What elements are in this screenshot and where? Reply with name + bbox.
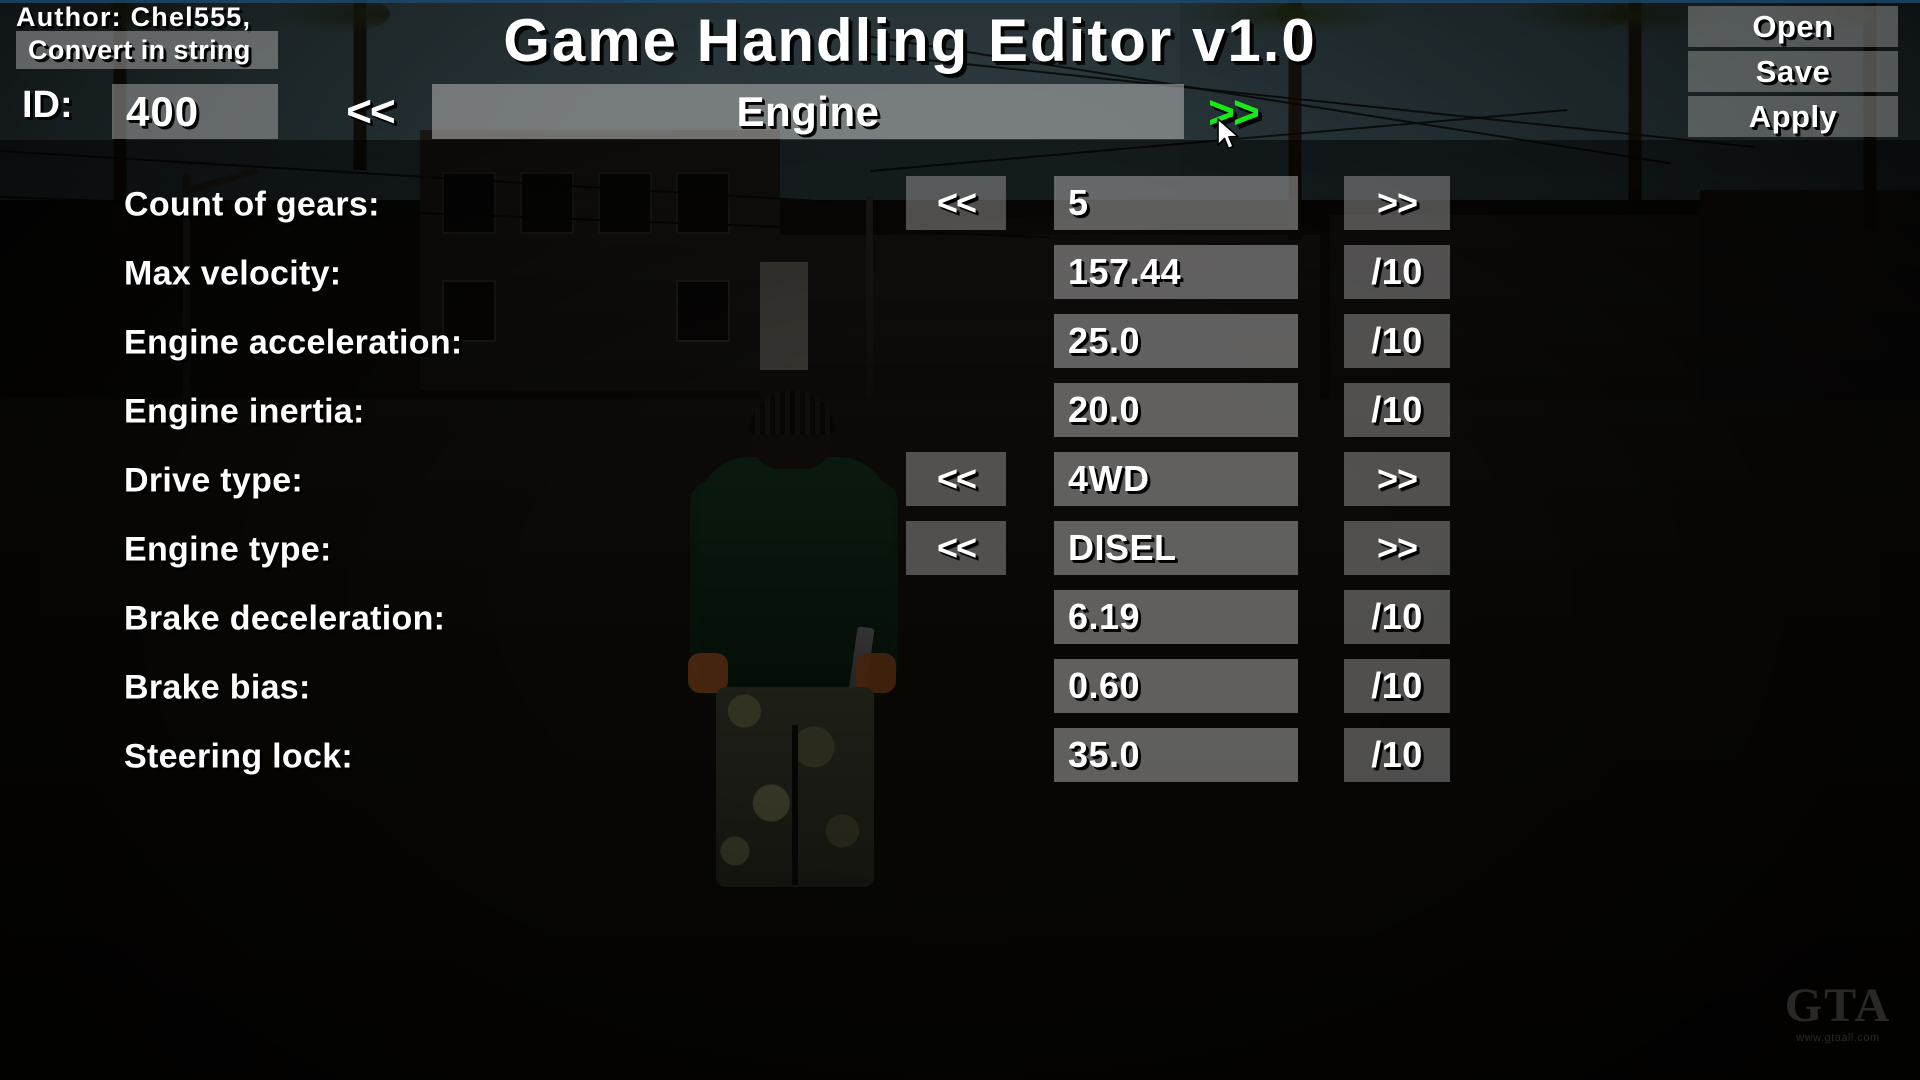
parameter-divide-button[interactable]: /10	[1344, 245, 1450, 299]
parameter-increase-button[interactable]: >>	[1344, 521, 1450, 575]
parameter-value[interactable]: 5	[1054, 176, 1298, 230]
apply-button[interactable]: Apply	[1688, 96, 1898, 137]
parameter-value[interactable]: 20.0	[1054, 383, 1298, 437]
parameter-value[interactable]: 6.19	[1054, 590, 1298, 644]
parameter-label: Engine acceleration:	[124, 323, 463, 361]
parameter-decrease-button[interactable]: <<	[906, 176, 1006, 230]
parameter-label: Max velocity:	[124, 254, 342, 292]
file-actions-group: Open Save Apply	[1688, 6, 1898, 141]
parameter-decrease-button[interactable]: <<	[906, 452, 1006, 506]
handling-editor-overlay: Author: Chel555, Convert in string Game …	[0, 0, 1920, 1080]
parameter-increase-button[interactable]: >>	[1344, 176, 1450, 230]
gta-logo-text: GTA	[1784, 979, 1892, 1032]
parameter-row: Brake bias: << 0.60 /10	[0, 653, 1920, 722]
parameter-decrease-button[interactable]: <<	[906, 521, 1006, 575]
parameter-row: Brake deceleration: << 6.19 /10	[0, 584, 1920, 653]
vehicle-id-label: ID:	[22, 84, 73, 126]
parameter-list: Count of gears: << 5 >> Max velocity: <<…	[0, 170, 1920, 791]
parameter-row: Engine acceleration: << 25.0 /10	[0, 308, 1920, 377]
parameter-row: Count of gears: << 5 >>	[0, 170, 1920, 239]
open-button[interactable]: Open	[1688, 6, 1898, 47]
parameter-row: Engine type: << DISEL >>	[0, 515, 1920, 584]
parameter-label: Count of gears:	[124, 185, 380, 223]
parameter-value[interactable]: 25.0	[1054, 314, 1298, 368]
category-title: Engine	[432, 84, 1184, 139]
parameter-row: Steering lock: << 35.0 /10	[0, 722, 1920, 791]
vehicle-id-field[interactable]: 400	[112, 84, 278, 139]
parameter-label: Brake deceleration:	[124, 599, 446, 637]
parameter-label: Engine inertia:	[124, 392, 365, 430]
parameter-value[interactable]: 157.44	[1054, 245, 1298, 299]
parameter-label: Engine type:	[124, 530, 332, 568]
gta-watermark: GTA www.gtaall.com	[1774, 980, 1902, 1064]
mouse-cursor	[1217, 118, 1239, 150]
parameter-row: Drive type: << 4WD >>	[0, 446, 1920, 515]
parameter-increase-button[interactable]: >>	[1344, 452, 1450, 506]
save-button[interactable]: Save	[1688, 51, 1898, 92]
parameter-value[interactable]: DISEL	[1054, 521, 1298, 575]
parameter-label: Brake bias:	[124, 668, 311, 706]
parameter-value[interactable]: 35.0	[1054, 728, 1298, 782]
page-title-text: Game Handling Editor v1.0	[503, 7, 1317, 74]
category-prev-button[interactable]: <<	[310, 84, 430, 139]
parameter-value[interactable]: 4WD	[1054, 452, 1298, 506]
parameter-row: Max velocity: << 157.44 /10	[0, 239, 1920, 308]
parameter-label: Steering lock:	[124, 737, 354, 775]
watermark-url: www.gtaall.com	[1796, 1032, 1880, 1044]
parameter-value[interactable]: 0.60	[1054, 659, 1298, 713]
parameter-divide-button[interactable]: /10	[1344, 590, 1450, 644]
page-title: Game Handling Editor v1.0	[0, 6, 1920, 75]
parameter-label: Drive type:	[124, 461, 304, 499]
parameter-row: Engine inertia: << 20.0 /10	[0, 377, 1920, 446]
parameter-divide-button[interactable]: /10	[1344, 728, 1450, 782]
parameter-divide-button[interactable]: /10	[1344, 383, 1450, 437]
parameter-divide-button[interactable]: /10	[1344, 659, 1450, 713]
parameter-divide-button[interactable]: /10	[1344, 314, 1450, 368]
